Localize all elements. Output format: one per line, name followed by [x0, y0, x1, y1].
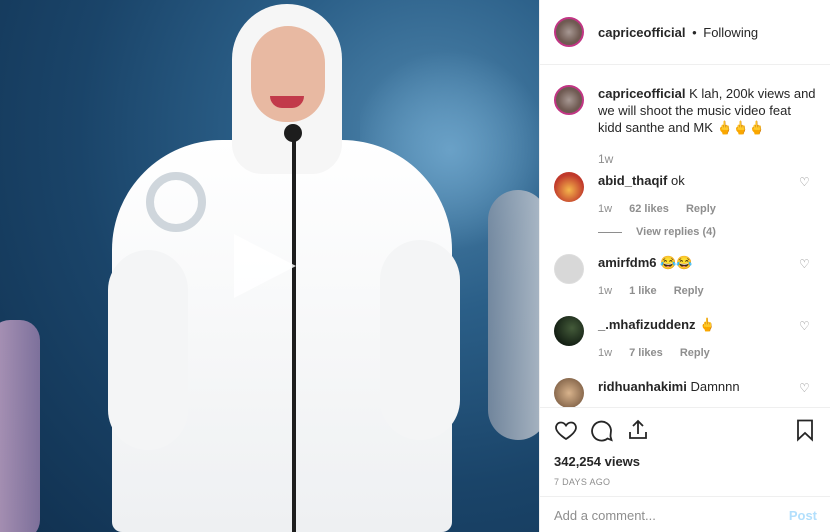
instagram-post-view: capriceofficial • Following capriceoffic…: [0, 0, 830, 532]
post-sidebar: capriceofficial • Following capriceoffic…: [539, 0, 830, 532]
comment-time[interactable]: 1w: [598, 203, 612, 215]
comment-body: ridhuanhakimi Damnnn: [598, 378, 808, 407]
view-replies[interactable]: View replies (4): [598, 226, 830, 238]
header-text: capriceofficial • Following: [598, 25, 758, 40]
microphone-stand: [292, 134, 296, 532]
header-username[interactable]: capriceofficial: [598, 25, 685, 40]
comment-avatar[interactable]: [554, 254, 584, 284]
reply-button[interactable]: Reply: [674, 285, 704, 297]
heart-icon[interactable]: ♡: [799, 382, 811, 394]
comment-meta: 1w 62 likes Reply: [598, 200, 808, 218]
caption-text: capriceofficial K lah, 200k views and we…: [598, 85, 816, 136]
comment-text: 🖕: [699, 317, 716, 332]
heart-icon[interactable]: ♡: [799, 320, 811, 332]
comment-username[interactable]: amirfdm6: [598, 255, 657, 270]
comment-avatar[interactable]: [554, 378, 584, 407]
trophy: [146, 172, 206, 232]
sparkle-dress-right: [488, 190, 539, 440]
post-caption: capriceofficial K lah, 200k views and we…: [540, 65, 830, 136]
comments-list[interactable]: capriceofficial K lah, 200k views and we…: [540, 65, 830, 407]
left-sleeve: [108, 250, 188, 450]
post-actions-area: 342,254 views 7 DAYS AGO: [540, 407, 830, 487]
view-count[interactable]: 342,254 views: [540, 454, 830, 469]
comment-item: _.mhafizuddenz 🖕 1w 7 likes Reply ♡: [540, 316, 830, 362]
heart-icon[interactable]: [552, 416, 580, 444]
action-bar: [540, 408, 830, 452]
comment-input[interactable]: Add a comment...: [540, 508, 789, 523]
comment-likes[interactable]: 1 like: [629, 285, 657, 297]
share-icon[interactable]: [624, 416, 652, 444]
comment-item: amirfdm6 😂😂 1w 1 like Reply ♡: [540, 254, 830, 300]
comment-body: abid_thaqif ok 1w 62 likes Reply: [598, 172, 808, 218]
post-header: capriceofficial • Following: [540, 0, 830, 65]
comment-body: _.mhafizuddenz 🖕 1w 7 likes Reply: [598, 316, 808, 362]
comment-meta: 1w 7 likes Reply: [598, 344, 808, 362]
comment-likes[interactable]: 62 likes: [629, 203, 669, 215]
bookmark-icon[interactable]: [791, 416, 819, 444]
caption-time[interactable]: 1w: [598, 152, 830, 166]
post-media[interactable]: [0, 0, 539, 532]
reply-button[interactable]: Reply: [680, 347, 710, 359]
header-separator: •: [692, 24, 697, 40]
caption-avatar[interactable]: [554, 85, 584, 115]
play-icon[interactable]: [234, 234, 296, 298]
comment-text: ok: [670, 173, 685, 188]
comment-text: Damnnn: [690, 379, 740, 394]
comment-item: abid_thaqif ok 1w 62 likes Reply ♡: [540, 172, 830, 218]
follow-status[interactable]: Following: [703, 25, 758, 40]
comment-meta: 1w 1 like Reply: [598, 282, 808, 300]
comment-username[interactable]: _.mhafizuddenz: [598, 317, 696, 332]
comment-username[interactable]: ridhuanhakimi: [598, 379, 687, 394]
comment-time[interactable]: 1w: [598, 285, 612, 297]
comment-text: 😂😂: [660, 255, 693, 270]
comment-item: ridhuanhakimi Damnnn ♡: [540, 378, 830, 407]
right-sleeve: [380, 240, 460, 440]
post-button[interactable]: Post: [789, 508, 830, 523]
post-timestamp: 7 DAYS AGO: [554, 477, 611, 487]
comment-icon[interactable]: [588, 416, 616, 444]
comment-likes[interactable]: 7 likes: [629, 347, 663, 359]
header-avatar[interactable]: [554, 17, 584, 47]
comment-avatar[interactable]: [554, 172, 584, 202]
reply-button[interactable]: Reply: [686, 203, 716, 215]
comment-avatar[interactable]: [554, 316, 584, 346]
replies-divider: [598, 231, 622, 233]
sparkle-dress-left: [0, 320, 40, 532]
comment-time[interactable]: 1w: [598, 347, 612, 359]
heart-icon[interactable]: ♡: [799, 176, 811, 188]
caption-username[interactable]: capriceofficial: [598, 86, 685, 101]
heart-icon[interactable]: ♡: [799, 258, 811, 270]
comment-composer: Add a comment... Post: [540, 496, 830, 532]
comment-username[interactable]: abid_thaqif: [598, 173, 667, 188]
view-replies-label[interactable]: View replies (4): [636, 226, 716, 238]
comment-body: amirfdm6 😂😂 1w 1 like Reply: [598, 254, 808, 300]
